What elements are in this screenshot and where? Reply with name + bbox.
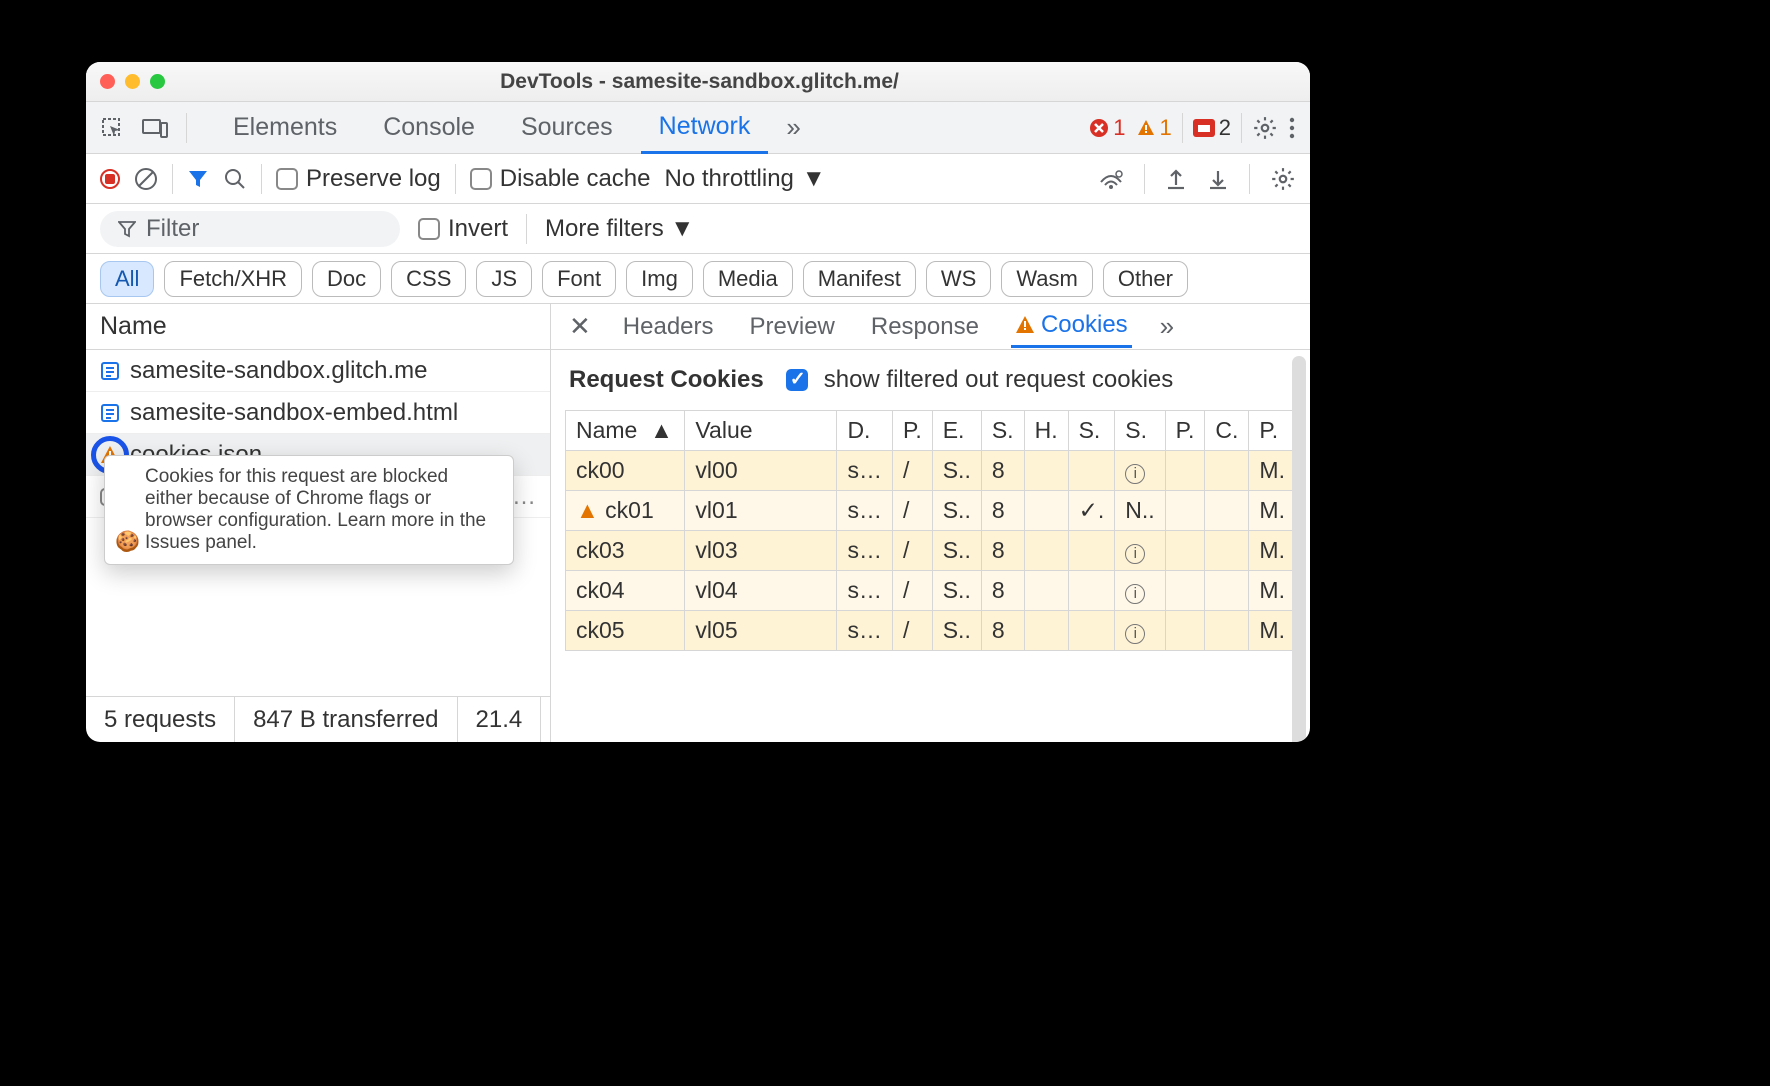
col-expires[interactable]: E.: [932, 411, 981, 451]
col-value[interactable]: Value: [685, 411, 837, 451]
cookies-table: Name ▲ Value D. P. E. S. H. S. S. P. C. …: [565, 410, 1296, 651]
request-row[interactable]: samesite-sandbox.glitch.me: [86, 350, 550, 392]
cookie-row[interactable]: ck05vl05s…/S..8iM.: [566, 611, 1296, 651]
request-row[interactable]: samesite-sandbox-embed.html: [86, 392, 550, 434]
chip-font[interactable]: Font: [542, 261, 616, 297]
name-column-header[interactable]: Name: [86, 304, 550, 350]
more-tabs-icon[interactable]: »: [778, 112, 808, 143]
section-title: Request Cookies: [569, 366, 764, 394]
tab-headers[interactable]: Headers: [619, 307, 718, 347]
cookie-blocked-tooltip: Cookies for this request are blocked eit…: [104, 455, 514, 565]
close-detail-icon[interactable]: ✕: [569, 311, 591, 342]
import-har-icon[interactable]: [1207, 167, 1229, 191]
col-size[interactable]: S.: [981, 411, 1024, 451]
record-button[interactable]: [100, 169, 120, 189]
status-requests: 5 requests: [86, 697, 235, 742]
chip-js[interactable]: JS: [476, 261, 532, 297]
request-name: samesite-sandbox-embed.html: [130, 399, 458, 427]
cookie-row[interactable]: ck00vl00s…/S..8iM.: [566, 451, 1296, 491]
info-icon: i: [1125, 464, 1145, 484]
filter-toggle-icon[interactable]: [187, 168, 209, 190]
col-crosssite[interactable]: C.: [1205, 411, 1249, 451]
filter-row: Filter Invert More filters ▼: [86, 204, 1310, 254]
tab-sources[interactable]: Sources: [503, 103, 631, 152]
warning-triangle-icon: [1015, 315, 1035, 335]
detail-tabs: ✕ Headers Preview Response Cookies »: [551, 304, 1310, 350]
tab-response[interactable]: Response: [867, 307, 983, 347]
more-filters-select[interactable]: More filters ▼: [545, 215, 694, 243]
disable-cache-checkbox[interactable]: Disable cache: [470, 165, 651, 193]
warning-triangle-icon: ▲: [576, 497, 599, 523]
search-icon[interactable]: [223, 167, 247, 191]
chip-manifest[interactable]: Manifest: [803, 261, 916, 297]
device-toolbar-icon[interactable]: [142, 117, 168, 139]
request-detail-pane: ✕ Headers Preview Response Cookies » Req…: [551, 304, 1310, 742]
document-icon: [100, 361, 120, 381]
more-detail-tabs-icon[interactable]: »: [1160, 311, 1174, 342]
info-icon: i: [1125, 544, 1145, 564]
settings-icon[interactable]: [1252, 115, 1278, 141]
col-priority[interactable]: P.: [1249, 411, 1296, 451]
network-settings-icon[interactable]: [1270, 166, 1296, 192]
error-counter[interactable]: 1: [1089, 115, 1125, 141]
cookie-row[interactable]: ck03vl03s…/S..8iM.: [566, 531, 1296, 571]
col-httponly[interactable]: H.: [1024, 411, 1068, 451]
scrollbar[interactable]: [1292, 356, 1306, 742]
inspect-icon[interactable]: [100, 116, 124, 140]
col-domain[interactable]: D.: [837, 411, 893, 451]
chip-other[interactable]: Other: [1103, 261, 1188, 297]
funnel-icon: [118, 220, 136, 238]
chevron-down-icon: ▼: [670, 215, 694, 242]
info-icon: i: [1125, 584, 1145, 604]
tab-console[interactable]: Console: [365, 103, 493, 152]
window-title: DevTools - samesite-sandbox.glitch.me/: [103, 70, 1296, 94]
document-icon: [100, 403, 120, 423]
issue-badge-icon: [1193, 119, 1215, 137]
invert-checkbox[interactable]: Invert: [418, 215, 508, 243]
chip-ws[interactable]: WS: [926, 261, 991, 297]
cookie-row[interactable]: ▲ ck01vl01s…/S..8✓.N..M.: [566, 491, 1296, 531]
resource-type-chips: All Fetch/XHR Doc CSS JS Font Img Media …: [86, 254, 1310, 304]
show-filtered-checkbox[interactable]: show filtered out request cookies: [786, 366, 1174, 394]
network-toolbar: Preserve log Disable cache No throttling…: [86, 154, 1310, 204]
status-transferred: 847 B transferred: [235, 697, 457, 742]
issues-counter[interactable]: 2: [1193, 115, 1231, 141]
request-name: samesite-sandbox.glitch.me: [130, 357, 427, 385]
chip-fetch-xhr[interactable]: Fetch/XHR: [164, 261, 302, 297]
clear-icon[interactable]: [134, 167, 158, 191]
tab-network[interactable]: Network: [641, 102, 769, 154]
col-name[interactable]: Name ▲: [566, 411, 685, 451]
chip-all[interactable]: All: [100, 261, 154, 297]
chip-media[interactable]: Media: [703, 261, 793, 297]
request-cookies-header: Request Cookies show filtered out reques…: [551, 350, 1310, 410]
network-conditions-icon[interactable]: [1098, 168, 1124, 190]
status-bar: 5 requests 847 B transferred 21.4: [86, 696, 550, 742]
tab-cookies[interactable]: Cookies: [1011, 305, 1132, 348]
col-partition[interactable]: P.: [1165, 411, 1205, 451]
chip-doc[interactable]: Doc: [312, 261, 381, 297]
preserve-log-checkbox[interactable]: Preserve log: [276, 165, 441, 193]
warning-counter[interactable]: 1: [1136, 115, 1172, 141]
status-time: 21.4: [458, 697, 542, 742]
tab-preview[interactable]: Preview: [746, 307, 839, 347]
chip-css[interactable]: CSS: [391, 261, 466, 297]
info-icon: i: [1125, 624, 1145, 644]
export-har-icon[interactable]: [1165, 167, 1187, 191]
table-header-row: Name ▲ Value D. P. E. S. H. S. S. P. C. …: [566, 411, 1296, 451]
col-secure[interactable]: S.: [1068, 411, 1115, 451]
chevron-down-icon: ▼: [802, 165, 826, 193]
cookie-icon: 🍪: [115, 529, 140, 554]
devtools-window: DevTools - samesite-sandbox.glitch.me/ E…: [86, 62, 1310, 742]
cookie-row[interactable]: ck04vl04s…/S..8iM.: [566, 571, 1296, 611]
col-samesite[interactable]: S.: [1115, 411, 1165, 451]
chip-wasm[interactable]: Wasm: [1001, 261, 1093, 297]
panel-tabs: Elements Console Sources Network » 1 1 2: [86, 102, 1310, 154]
throttling-select[interactable]: No throttling ▼: [664, 165, 825, 193]
chip-img[interactable]: Img: [626, 261, 693, 297]
tab-elements[interactable]: Elements: [215, 103, 355, 152]
titlebar: DevTools - samesite-sandbox.glitch.me/: [86, 62, 1310, 102]
kebab-menu-icon[interactable]: [1288, 116, 1296, 140]
filter-input[interactable]: Filter: [100, 211, 400, 247]
col-path[interactable]: P.: [892, 411, 932, 451]
